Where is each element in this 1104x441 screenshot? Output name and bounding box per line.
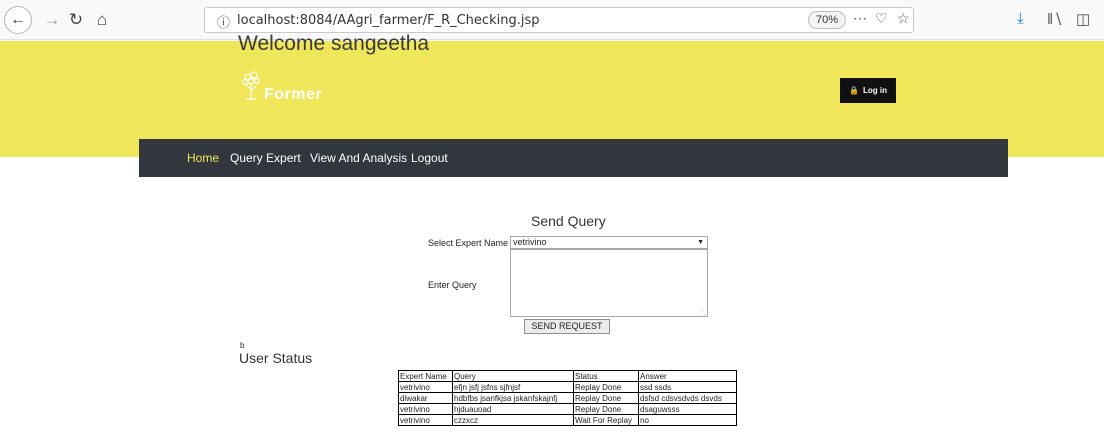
home-icon[interactable]: ⌂ <box>90 8 114 32</box>
site-logo[interactable]: Former <box>240 69 500 109</box>
cell-status: Replay Done <box>573 381 639 393</box>
cell-expert-name: vetrivino <box>398 414 453 426</box>
cell-status: Replay Done <box>573 392 639 404</box>
expert-name-select[interactable]: vetrivino ▼ <box>510 236 708 249</box>
nav-home[interactable]: Home <box>187 151 219 165</box>
cell-expert-name: vetrivino <box>398 381 453 393</box>
user-status-title: User Status <box>239 350 313 366</box>
column-header-answer: Answer <box>638 370 737 382</box>
tree-logo-icon <box>241 71 261 100</box>
site-info-icon[interactable]: ⓘ <box>217 12 230 31</box>
expert-name-label: Select Expert Name <box>428 238 509 248</box>
main-navbar: Home Query Expert View And Analysis Logo… <box>139 139 1008 177</box>
lock-icon: 🔒 <box>849 86 859 95</box>
table-header-row: Expert Name Query Status Answer <box>398 370 737 382</box>
cell-status: Wait For Replay <box>573 414 639 426</box>
url-text[interactable]: localhost:8084/AAgri_farmer/F_R_Checking… <box>237 13 539 28</box>
cell-expert-name: diwakar <box>398 392 453 404</box>
nav-view-and-analysis[interactable]: View And Analysis <box>310 151 407 165</box>
zoom-level-badge[interactable]: 70% <box>808 11 847 29</box>
table-row: vetrivino hjduauoad Replay Done dsaguwss… <box>398 403 737 415</box>
send-request-button[interactable]: SEND REQUEST <box>524 319 610 334</box>
cell-query: hdbfbs jsanfkjsa jskanfskajnfj <box>452 392 574 404</box>
expert-name-value: vetrivino <box>513 237 547 247</box>
nav-logout[interactable]: Logout <box>411 151 448 165</box>
nav-query-expert[interactable]: Query Expert <box>230 151 301 165</box>
column-header-expert-name: Expert Name <box>398 370 453 382</box>
cell-query: hjduauoad <box>452 403 574 415</box>
browser-toolbar: ← → ↻ ⌂ ⓘ localhost:8084/AAgri_farmer/F_… <box>0 0 1104 40</box>
pocket-icon[interactable]: ♡ <box>875 10 888 27</box>
cell-answer: no <box>638 414 737 426</box>
reload-icon[interactable]: ↻ <box>64 8 88 32</box>
cell-query: czzxcz <box>452 414 574 426</box>
cell-status: Replay Done <box>573 403 639 415</box>
bookmark-star-icon[interactable]: ☆ <box>897 10 910 27</box>
table-row: vetrivino efjn jsfj jsfns sjfnjsf Replay… <box>398 381 737 393</box>
resize-grip-icon[interactable]: ⋱ <box>700 309 706 316</box>
sidebar-icon[interactable]: ◫ <box>1076 10 1090 28</box>
cell-expert-name: vetrivino <box>398 403 453 415</box>
page-actions-icon[interactable]: ⋯ <box>853 10 867 27</box>
address-bar[interactable]: ⓘ localhost:8084/AAgri_farmer/F_R_Checki… <box>204 7 914 33</box>
cell-answer: dsaguwsss <box>638 403 737 415</box>
form-title: Send Query <box>531 213 606 229</box>
user-status-table: Expert Name Query Status Answer vetrivin… <box>398 370 737 426</box>
query-textarea[interactable]: ⋱ <box>510 249 708 317</box>
forward-arrow-icon[interactable]: → <box>40 8 64 32</box>
login-button[interactable]: 🔒 Log in <box>840 78 896 103</box>
enter-query-label: Enter Query <box>428 280 477 290</box>
column-header-status: Status <box>573 370 639 382</box>
cell-query: efjn jsfj jsfns sjfnjsf <box>452 381 574 393</box>
cell-answer: ssd ssds <box>638 381 737 393</box>
login-label: Log in <box>862 86 887 95</box>
download-icon[interactable]: ⤓ <box>1017 10 1024 27</box>
dropdown-arrow-icon: ▼ <box>697 239 704 246</box>
column-header-query: Query <box>452 370 574 382</box>
library-icon[interactable]: ‖∖ <box>1047 10 1063 28</box>
back-arrow-icon[interactable]: ← <box>4 6 32 34</box>
stray-text: b <box>240 341 245 350</box>
logo-text: Former <box>264 86 323 103</box>
welcome-message: Welcome sangeetha <box>238 32 430 55</box>
table-row: diwakar hdbfbs jsanfkjsa jskanfskajnfj R… <box>398 392 737 404</box>
table-row: vetrivino czzxcz Wait For Replay no <box>398 414 737 426</box>
cell-answer: dsfsd cdsvsdvds dsvds <box>638 392 737 404</box>
